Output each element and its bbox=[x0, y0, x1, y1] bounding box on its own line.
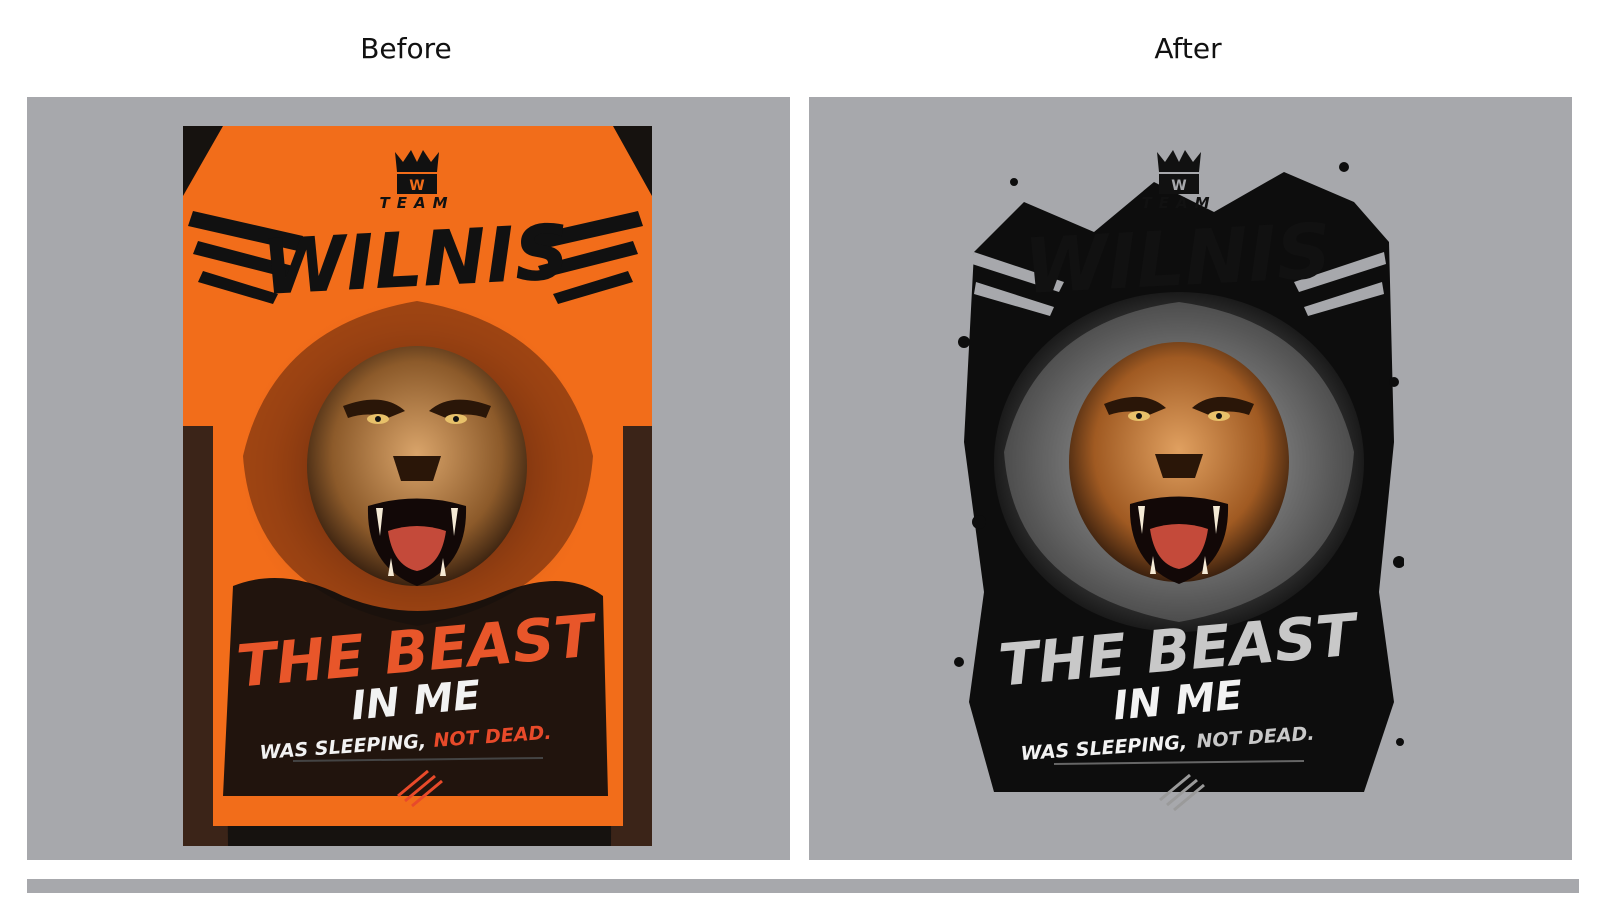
after-panel: W TEAM WILNIS THE BEAST IN ME WAS SLEEPI… bbox=[809, 97, 1572, 860]
crown-logo-icon: W bbox=[1157, 150, 1201, 194]
before-label: Before bbox=[360, 32, 452, 65]
design-artwork: W TEAM WILNIS THE BEAST IN ME WAS SLEEPI… bbox=[954, 142, 1405, 822]
shirt-photo: W TEAM WILNIS THE BEAST IN ME WAS SLEEPI… bbox=[183, 126, 652, 846]
before-panel: W TEAM WILNIS THE BEAST IN ME WAS SLEEPI… bbox=[27, 97, 790, 860]
bottom-bar bbox=[27, 879, 1579, 893]
design-artwork-graphic: W TEAM WILNIS THE BEAST IN ME WAS SLEEPI… bbox=[954, 150, 1405, 812]
after-label: After bbox=[1154, 32, 1222, 65]
shirt-photo-graphic: W TEAM WILNIS THE BEAST IN ME WAS SLEEPI… bbox=[183, 126, 652, 846]
svg-text:W: W bbox=[1171, 178, 1186, 194]
team-text: TEAM bbox=[1141, 194, 1216, 212]
svg-text:W: W bbox=[409, 178, 424, 194]
team-text: TEAM bbox=[379, 194, 454, 212]
